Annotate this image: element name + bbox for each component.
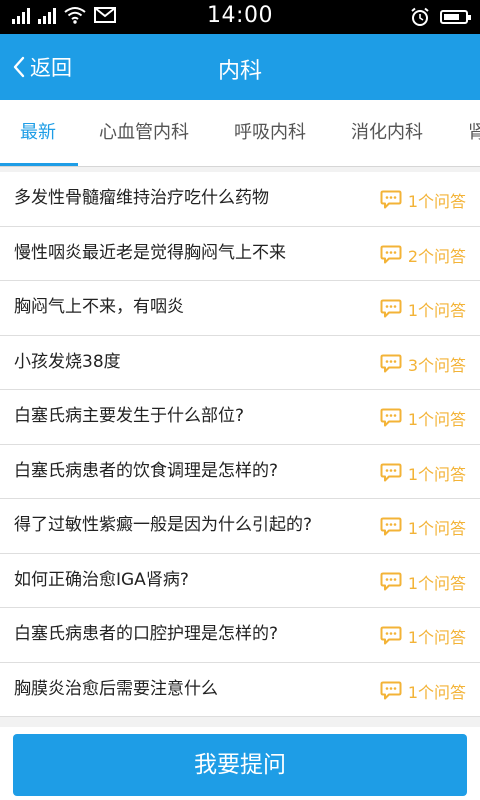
battery-icon: [440, 10, 471, 24]
answer-count: 1个问答: [380, 406, 466, 430]
ask-question-button[interactable]: 我要提问: [13, 734, 467, 796]
answer-count: 3个问答: [380, 352, 466, 376]
comment-icon: [380, 245, 402, 263]
answer-count: 1个问答: [380, 297, 466, 321]
answer-count: 1个问答: [380, 570, 466, 594]
question-title: 白塞氏病患者的饮食调理是怎样的?: [14, 460, 279, 481]
active-tab-indicator: [0, 163, 78, 166]
tab-respiratory[interactable]: 呼吸内科: [234, 100, 306, 166]
question-title: 如何正确治愈IGA肾病?: [14, 569, 189, 590]
status-right-icons: [410, 7, 471, 27]
answer-count-label: 3个问答: [407, 355, 466, 375]
comment-icon: [380, 626, 402, 645]
answer-count-label: 1个问答: [407, 519, 466, 538]
question-title: 胸膜炎治愈后需要注意什么: [14, 678, 218, 699]
list-item[interactable]: 小孩发烧38度 3个问答: [0, 336, 480, 390]
comment-icon: [380, 354, 402, 372]
question-title: 白塞氏病患者的口腔护理是怎样的?: [14, 624, 279, 644]
comment-icon: [380, 572, 402, 590]
answer-count: 1个问答: [380, 461, 466, 485]
tab-nephrology[interactable]: 肾: [468, 100, 480, 166]
answer-count: 2个问答: [380, 243, 466, 267]
comment-icon: [380, 408, 402, 427]
question-title: 小孩发烧38度: [14, 351, 121, 372]
question-title: 白塞氏病主要发生于什么部位?: [14, 406, 245, 426]
alarm-icon: [411, 7, 429, 26]
back-button[interactable]: 返回: [12, 52, 72, 82]
list-item[interactable]: 如何正确治愈IGA肾病? 1个问答: [0, 554, 480, 608]
comment-icon: [380, 463, 402, 481]
question-title: 多发性骨髓瘤维持治疗吃什么药物: [14, 188, 269, 208]
list-item[interactable]: 白塞氏病患者的口腔护理是怎样的? 1个问答: [0, 608, 480, 663]
comment-icon: [380, 517, 402, 536]
question-title: 胸闷气上不来，有咽炎: [14, 297, 184, 317]
answer-count-label: 1个问答: [407, 682, 466, 702]
list-item[interactable]: 得了过敏性紫癜一般是因为什么引起的? 1个问答: [0, 499, 480, 554]
list-item[interactable]: 多发性骨髓瘤维持治疗吃什么药物 1个问答: [0, 172, 480, 227]
tab-latest[interactable]: 最新: [20, 100, 56, 166]
app-header: 返回 内科: [0, 34, 480, 100]
answer-count-label: 1个问答: [407, 573, 466, 593]
clock: 14:00: [207, 3, 273, 28]
category-tabs: 最新 心血管内科 呼吸内科 消化内科 肾: [0, 100, 480, 167]
list-item[interactable]: 慢性咽炎最近老是觉得胸闷气上不来 2个问答: [0, 227, 480, 281]
status-bar: 14:00: [0, 0, 480, 34]
answer-count: 1个问答: [380, 188, 466, 212]
answer-count-label: 1个问答: [407, 192, 466, 211]
comment-icon: [380, 681, 402, 699]
comment-icon: [380, 190, 402, 209]
answer-count-label: 1个问答: [407, 410, 466, 429]
list-item[interactable]: 白塞氏病主要发生于什么部位? 1个问答: [0, 390, 480, 445]
tab-gastroenterology[interactable]: 消化内科: [351, 100, 423, 166]
page-title: 内科: [217, 59, 262, 84]
answer-count: 1个问答: [380, 515, 466, 539]
list-item[interactable]: 胸膜炎治愈后需要注意什么 1个问答: [0, 663, 480, 717]
list-item[interactable]: 胸闷气上不来，有咽炎 1个问答: [0, 281, 480, 336]
question-list: 多发性骨髓瘤维持治疗吃什么药物 1个问答 慢性咽炎最近老是觉得胸闷气上不来 2个问答胸…: [0, 172, 480, 717]
answer-count-label: 1个问答: [407, 628, 466, 647]
bottom-bar: 我要提问: [0, 727, 480, 800]
question-title: 得了过敏性紫癜一般是因为什么引起的?: [14, 515, 313, 535]
back-label: 返回: [30, 56, 72, 80]
answer-count: 1个问答: [380, 679, 466, 703]
list-item[interactable]: 白塞氏病患者的饮食调理是怎样的? 1个问答: [0, 445, 480, 499]
question-title: 慢性咽炎最近老是觉得胸闷气上不来: [14, 242, 286, 263]
answer-count-label: 1个问答: [407, 464, 466, 484]
answer-count-label: 1个问答: [407, 301, 466, 320]
chevron-left-icon: [13, 56, 25, 78]
answer-count-label: 2个问答: [407, 246, 466, 266]
comment-icon: [380, 299, 402, 318]
answer-count: 1个问答: [380, 624, 466, 648]
tab-cardiology[interactable]: 心血管内科: [99, 100, 189, 166]
